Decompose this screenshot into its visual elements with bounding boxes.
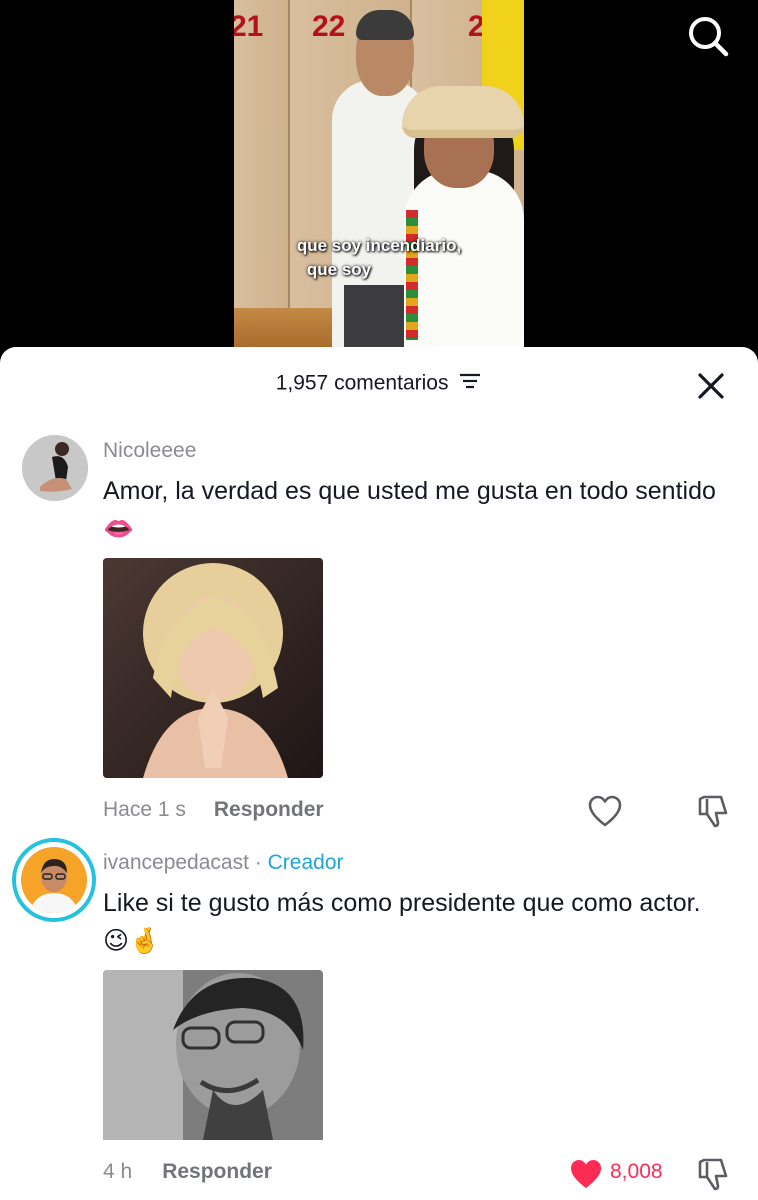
reply-button[interactable]: Responder xyxy=(214,798,324,821)
comment-text: Like si te gusto más como presidente que… xyxy=(103,889,701,955)
comments-title[interactable]: 1,957 comentarios xyxy=(0,371,758,397)
avatar[interactable] xyxy=(22,435,88,501)
video-player[interactable]: 21 22 2 que soy incendiario, que soy xyxy=(0,0,758,360)
close-button[interactable] xyxy=(694,369,728,403)
reply-button[interactable]: Responder xyxy=(162,1160,272,1183)
separator: · xyxy=(254,851,262,874)
comments-count: 1,957 comentarios xyxy=(275,371,449,395)
comment-meta: Hace 1 s Responder xyxy=(103,798,324,822)
comment-time: Hace 1 s xyxy=(103,798,186,821)
comment-username[interactable]: Nicoleeee xyxy=(103,439,196,463)
thumbs-down-icon xyxy=(698,795,728,828)
comments-sheet: 1,957 comentarios Nicoleeee Amor, la ver… xyxy=(0,347,758,1200)
creator-avatar-ring[interactable] xyxy=(12,838,96,922)
video-frame[interactable]: 21 22 2 que soy incendiario, que soy xyxy=(234,0,524,350)
like-count: 8,008 xyxy=(610,1160,663,1183)
avatar xyxy=(21,847,87,913)
like-button[interactable] xyxy=(568,1157,604,1191)
dislike-button[interactable] xyxy=(695,1156,731,1192)
filter-icon[interactable] xyxy=(458,371,482,397)
locker-number: 22 xyxy=(312,10,346,43)
video-subtitle-line2: que soy xyxy=(306,260,372,279)
close-icon xyxy=(698,373,724,399)
comment-text: Amor, la verdad es que usted me gusta en… xyxy=(103,477,716,543)
comments-header: 1,957 comentarios xyxy=(0,347,758,421)
dislike-button[interactable] xyxy=(695,793,731,829)
man-hair xyxy=(356,10,414,40)
thumbs-down-icon xyxy=(698,1158,728,1191)
man-trousers xyxy=(344,285,410,350)
heart-outline-icon xyxy=(588,795,622,827)
comment-time: 4 h xyxy=(103,1160,133,1183)
search-icon xyxy=(689,17,729,57)
comment-gif[interactable] xyxy=(103,558,323,778)
video-subtitle-line1: que soy incendiario, xyxy=(296,236,462,255)
creator-badge: Creador xyxy=(267,851,344,874)
comment-username[interactable]: ivancepedacast xyxy=(103,851,249,874)
sombrero-vueltiao xyxy=(402,86,524,138)
like-button[interactable] xyxy=(587,794,623,828)
comment-gif[interactable] xyxy=(103,970,323,1190)
comment-username-row: ivancepedacast · Creador xyxy=(103,851,344,875)
search-button[interactable] xyxy=(686,14,730,58)
heart-filled-icon xyxy=(571,1160,601,1188)
comment-meta: 4 h Responder xyxy=(103,1160,272,1184)
locker-number: 21 xyxy=(234,10,264,43)
